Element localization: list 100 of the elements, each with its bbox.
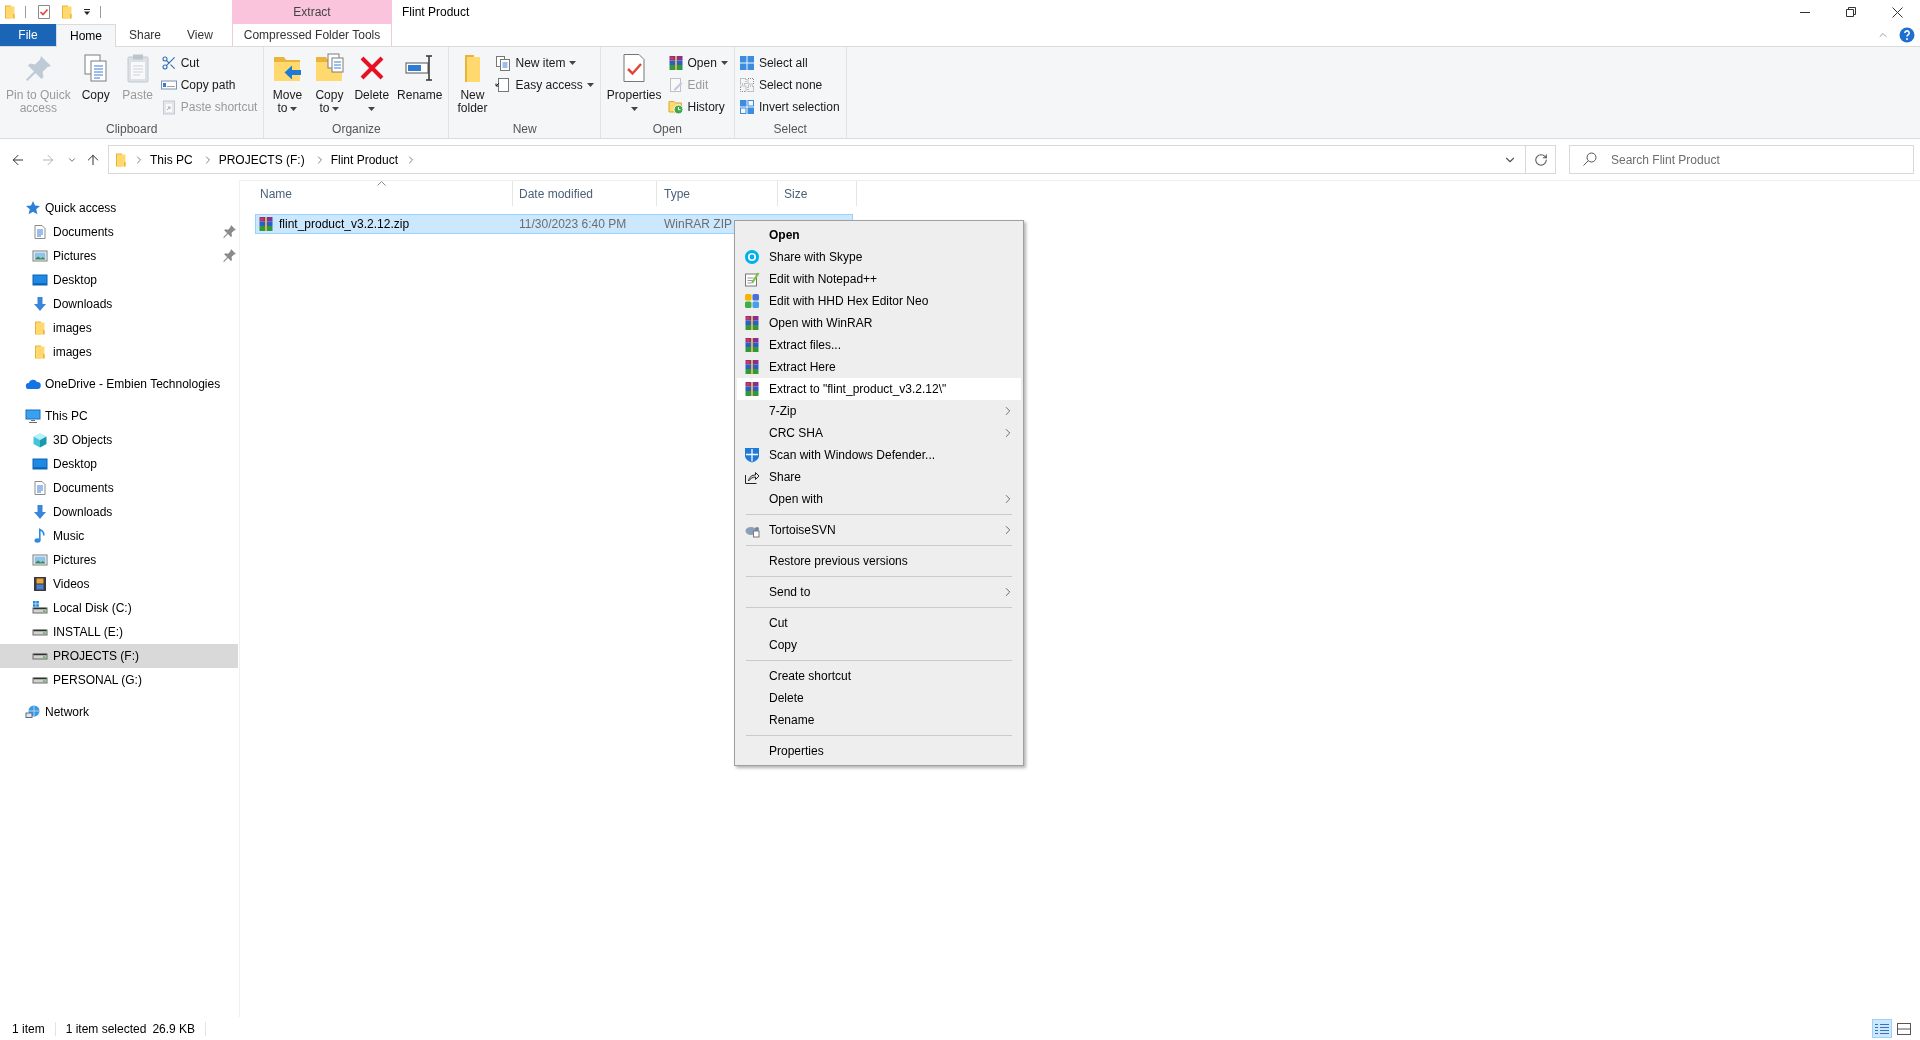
menu-item[interactable]: Open with — [737, 488, 1021, 510]
drive-icon — [32, 652, 48, 660]
nav-item[interactable]: Pictures — [0, 244, 238, 268]
nav-item[interactable]: Downloads — [0, 500, 238, 524]
folder-icon — [2, 4, 18, 20]
menu-item[interactable]: Properties — [737, 740, 1021, 762]
music-note-icon — [32, 528, 48, 544]
ribbon-button[interactable]: Select all — [738, 52, 842, 74]
caret-icon[interactable] — [83, 8, 91, 16]
group-label: New — [512, 122, 537, 138]
nav-item[interactable]: images — [0, 340, 238, 364]
ribbon-button[interactable]: Move to — [267, 47, 308, 116]
column-header[interactable]: Name — [251, 181, 513, 206]
menu-item[interactable]: Rename — [737, 709, 1021, 731]
menu-item[interactable]: Delete — [737, 687, 1021, 709]
menu-item[interactable]: Cut — [737, 612, 1021, 634]
menu-item[interactable]: Extract Here — [737, 356, 1021, 378]
tiles-icon — [1897, 1022, 1911, 1035]
ribbon-button[interactable]: Properties — [603, 47, 665, 116]
menu-item[interactable]: Edit with Notepad++ — [737, 268, 1021, 290]
menu-item[interactable]: Scan with Windows Defender... — [737, 444, 1021, 466]
close-icon — [1891, 6, 1903, 18]
nav-item[interactable]: Music — [0, 524, 238, 548]
window-title: Flint Product — [401, 4, 470, 21]
details-list-icon — [1875, 1022, 1889, 1035]
refresh-button[interactable] — [1526, 145, 1556, 174]
menu-item[interactable]: Copy — [737, 634, 1021, 656]
ribbon-tab[interactable]: View — [174, 24, 226, 46]
menu-item[interactable]: Open with WinRAR — [737, 312, 1021, 334]
ribbon-button[interactable]: Copy path — [160, 74, 260, 96]
nav-item[interactable]: Network — [0, 700, 238, 724]
menu-item[interactable]: Edit with HHD Hex Editor Neo — [737, 290, 1021, 312]
ribbon-button[interactable]: Easy access — [495, 74, 596, 96]
down-arrow-icon — [32, 504, 48, 520]
menu-item[interactable]: CRC SHA — [737, 422, 1021, 444]
ribbon-button[interactable]: New folder — [452, 47, 493, 116]
nav-item[interactable]: images — [0, 316, 238, 340]
page-pencil-icon — [667, 77, 684, 93]
ribbon-button[interactable]: Rename — [394, 47, 446, 103]
ribbon-button[interactable]: Select none — [738, 74, 842, 96]
ribbon-button[interactable]: New item — [495, 52, 596, 74]
menu-item[interactable]: Extract to "flint_product_v3.2.12\" — [737, 378, 1021, 400]
text-box-icon — [160, 77, 177, 93]
menu-item[interactable]: Create shortcut — [737, 665, 1021, 687]
ribbon-button[interactable]: Invert selection — [738, 96, 842, 118]
nav-item[interactable]: Downloads — [0, 292, 238, 316]
nav-item[interactable]: Pictures — [0, 548, 238, 572]
group-label: Organize — [332, 122, 381, 138]
menu-item[interactable]: Share — [737, 466, 1021, 488]
nav-item[interactable]: Quick access — [0, 196, 238, 220]
details-view-button[interactable] — [1872, 1019, 1892, 1038]
checked-page-icon[interactable] — [36, 4, 52, 20]
ribbon-button[interactable]: History — [667, 96, 730, 118]
ribbon-tab[interactable]: Home — [56, 24, 116, 47]
book-stack-icon — [667, 55, 684, 71]
breadcrumb[interactable]: PROJECTS (F:) — [213, 148, 310, 171]
nav-item[interactable]: This PC — [0, 404, 238, 428]
menu-item[interactable]: Restore previous versions — [737, 550, 1021, 572]
nav-item[interactable]: 3D Objects — [0, 428, 238, 452]
nav-item[interactable]: Desktop — [0, 268, 238, 292]
notepad-icon — [744, 271, 760, 287]
menu-item[interactable]: Send to — [737, 581, 1021, 603]
nav-item[interactable]: Videos — [0, 572, 238, 596]
column-header[interactable]: Type — [657, 181, 778, 206]
nav-item[interactable]: Documents — [0, 220, 238, 244]
ribbon-button[interactable]: Open — [667, 52, 730, 74]
book-stack-icon — [744, 381, 760, 397]
ribbon-tab[interactable]: Compressed Folder Tools — [232, 24, 392, 46]
breadcrumb[interactable]: This PC — [145, 148, 198, 171]
ribbon-button[interactable]: Delete — [351, 47, 393, 116]
nav-item[interactable]: PROJECTS (F:) — [0, 644, 238, 668]
address-bar[interactable]: This PC PROJECTS (F:) Flint Product — [108, 145, 1526, 174]
ribbon-button[interactable]: Copy — [75, 47, 116, 103]
column-header[interactable]: Date modified — [513, 181, 657, 206]
menu-item[interactable]: Share with Skype — [737, 246, 1021, 268]
mixed-squares-icon — [738, 99, 755, 115]
ribbon-tab[interactable]: File — [0, 24, 56, 46]
nav-item[interactable]: PERSONAL (G:) — [0, 668, 238, 692]
dashed-squares-icon — [738, 77, 755, 93]
nav-item[interactable]: Documents — [0, 476, 238, 500]
breadcrumb[interactable]: Flint Product — [325, 148, 404, 171]
search-field[interactable]: Search Flint Product — [1569, 145, 1914, 174]
menu-item[interactable]: 7-Zip — [737, 400, 1021, 422]
ribbon-tab[interactable]: Share — [116, 24, 175, 46]
menu-item[interactable]: Extract files... — [737, 334, 1021, 356]
nav-item[interactable]: INSTALL (E:) — [0, 620, 238, 644]
monitor-icon — [25, 408, 41, 424]
down-arrow-icon — [32, 296, 48, 312]
menu-item[interactable]: TortoiseSVN — [737, 519, 1021, 541]
book-stack-icon — [744, 315, 760, 331]
four-squares-icon — [744, 293, 760, 309]
round-logo-icon — [744, 249, 760, 265]
globe-icon — [25, 704, 41, 720]
ribbon-button[interactable]: Cut — [160, 52, 260, 74]
nav-item[interactable]: Desktop — [0, 452, 238, 476]
ribbon-button[interactable]: Copy to — [309, 47, 350, 116]
column-header[interactable]: Size — [778, 181, 857, 206]
help-icon[interactable] — [1899, 27, 1915, 43]
nav-item[interactable]: Local Disk (C:) — [0, 596, 238, 620]
nav-item[interactable]: OneDrive - Embien Technologies — [0, 372, 238, 396]
